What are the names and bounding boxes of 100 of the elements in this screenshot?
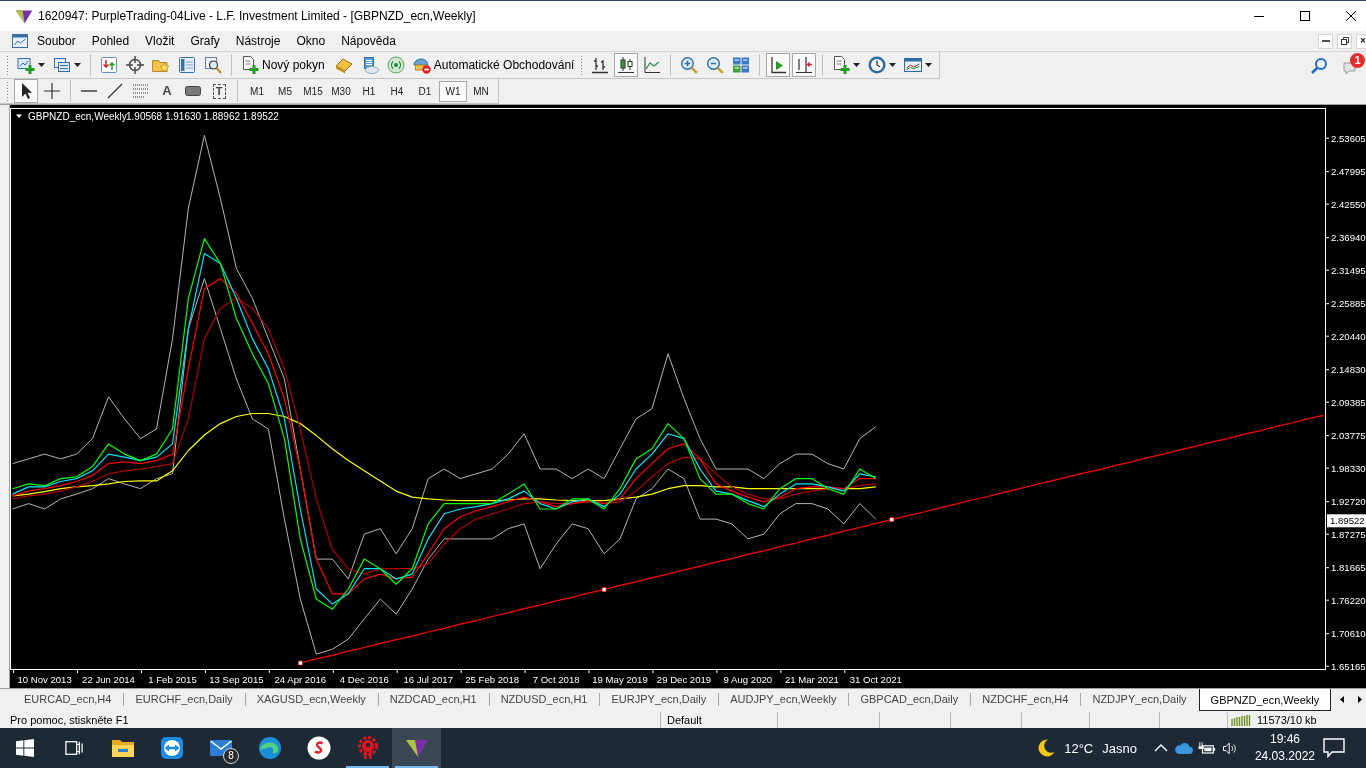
target-icon: [126, 56, 144, 74]
tile-windows-icon: [732, 56, 751, 74]
menu-item[interactable]: Vložit: [137, 31, 183, 51]
cursor-tool-button[interactable]: [14, 79, 38, 103]
timeframe-button[interactable]: H1: [355, 80, 383, 102]
timeframe-button[interactable]: H4: [383, 80, 411, 102]
anchor-handle[interactable]: [889, 517, 895, 522]
notifications-button[interactable]: 1: [1339, 53, 1365, 78]
timeframe-button[interactable]: W1: [439, 80, 467, 102]
chart-tab[interactable]: EURCHF_ecn,Daily: [123, 689, 245, 710]
menu-item[interactable]: Nápověda: [333, 31, 404, 51]
price-axis-label: 1.81665: [1331, 562, 1366, 574]
chart-shift-button[interactable]: [792, 53, 817, 77]
timeframe-button[interactable]: M1: [243, 80, 271, 102]
auto-trading-button[interactable]: Automatické Obchodování: [409, 53, 580, 77]
timeframe-button[interactable]: MN: [467, 80, 495, 102]
magnifier-chart-icon: [204, 56, 222, 74]
date-axis-label: 4 Dec 2016: [339, 674, 389, 685]
date-axis-label: 25 Feb 2018: [465, 674, 520, 685]
dotted-lines-icon: [132, 82, 150, 100]
date-axis-label: 16 Jul 2017: [403, 674, 453, 685]
date-axis-label: 24 Apr 2016: [274, 674, 327, 685]
date-axis-label: 31 Oct 2021: [849, 674, 902, 685]
robot-stop-icon: [412, 56, 431, 74]
caret-icon: [74, 63, 81, 67]
price-axis-label: 2.47995: [1331, 166, 1366, 178]
date-axis-label: 19 May 2019: [592, 674, 648, 685]
menu-item[interactable]: Grafy: [182, 31, 228, 51]
mail-button[interactable]: 8: [196, 728, 245, 768]
triangle-logo-icon: [15, 8, 33, 24]
speech-bubble-icon: [1323, 738, 1345, 758]
left-triangle-icon: [1340, 696, 1344, 703]
weather-widget[interactable]: 12°C Jasno: [1031, 728, 1142, 768]
diagonal-line-icon: [106, 82, 124, 100]
panel-icon: [178, 56, 196, 74]
toolbar-grip-icon[interactable]: [6, 81, 9, 101]
child-minimize-button[interactable]: [1318, 33, 1333, 49]
chart-tab[interactable]: GBPCAD_ecn,Daily: [848, 689, 971, 710]
anchor-handle[interactable]: [601, 587, 607, 592]
chart-tab[interactable]: NZDJPY_ecn,Daily: [1080, 689, 1199, 710]
chart-tab[interactable]: XAGUSD_ecn,Weekly: [244, 689, 378, 710]
notification-count-badge: 1: [1350, 52, 1365, 68]
timeframe-button[interactable]: D1: [411, 80, 439, 102]
price-axis-label: 2.03775: [1331, 430, 1366, 442]
profile-name: Default: [667, 712, 702, 728]
signal-icon: [386, 56, 405, 74]
clock-widget[interactable]: 19:46 24.03.2022: [1253, 728, 1316, 768]
chart-tab[interactable]: AUDJPY_ecn,Weekly: [718, 689, 849, 710]
chart-tab[interactable]: NZDCAD_ecn,H1: [377, 689, 489, 710]
child-restore-button[interactable]: [1337, 33, 1352, 49]
autoscroll-button[interactable]: [766, 53, 791, 77]
date-axis-label: 29 Dec 2019: [656, 674, 712, 685]
chart-tab[interactable]: NZDCHF_ecn,H4: [970, 689, 1081, 710]
trading-terminal-button[interactable]: [392, 728, 441, 768]
text-label-button[interactable]: T: [207, 79, 231, 103]
chart-tab[interactable]: GBPNZD_ecn,Weekly: [1198, 689, 1332, 711]
price-axis-label: 2.14830: [1331, 364, 1366, 376]
chart-symbol-label: GBPNZD_ecn,Weekly: [28, 111, 127, 122]
maximize-icon: [1300, 11, 1310, 21]
date-axis-label: 1 Feb 2015: [148, 674, 197, 685]
menu-item[interactable]: Soubor: [29, 31, 84, 51]
menu-item[interactable]: Pohled: [83, 31, 138, 51]
caret-icon: [925, 63, 933, 67]
task-view-icon: [64, 739, 83, 757]
temperature-text: 12°C: [1064, 740, 1094, 756]
timeframe-button[interactable]: M30: [327, 80, 355, 102]
new-order-button[interactable]: Nový pokyn: [238, 53, 330, 77]
chart-tab[interactable]: EURCAD_ecn,H4: [12, 689, 124, 710]
text-tool-button[interactable]: A: [155, 79, 179, 103]
zoom-out-icon: [706, 56, 725, 74]
dropdown-triangle-icon[interactable]: [16, 114, 22, 118]
right-triangle-icon: [1358, 696, 1362, 703]
toolbar-grip-icon[interactable]: [6, 55, 9, 75]
status-help-text: Pro pomoc, stiskněte F1: [10, 712, 129, 728]
price-axis-label: 2.09385: [1331, 396, 1366, 408]
timeframe-button[interactable]: M15: [299, 80, 327, 102]
child-close-button[interactable]: [1356, 33, 1366, 49]
data-window-button[interactable]: [123, 53, 147, 77]
crosshair-icon: [43, 82, 61, 100]
price-axis-label: 2.20440: [1331, 330, 1366, 342]
anchor-handle[interactable]: [298, 660, 303, 666]
search-icon: [1310, 56, 1328, 75]
cloud-icon: [1175, 741, 1194, 755]
candlestick-button[interactable]: [614, 53, 639, 77]
ohlc-values: 1.90568 1.91630 1.88962 1.89522: [126, 111, 279, 122]
chart-tab[interactable]: NZDUSD_ecn,H1: [488, 689, 600, 710]
menu-item[interactable]: Nástroje: [227, 31, 289, 51]
axis-arrow-icon: [795, 56, 814, 74]
chart-window-icon[interactable]: [12, 33, 28, 49]
circle-logo-icon: [306, 736, 331, 760]
moon-icon: [1037, 739, 1056, 757]
zoom-in-icon: [680, 56, 699, 74]
menu-item[interactable]: Okno: [288, 31, 334, 51]
date-axis-label: 21 Mar 2021: [784, 674, 839, 685]
date-axis-label: 9 Aug 2020: [723, 674, 773, 685]
chart-tab[interactable]: EURJPY_ecn,Daily: [599, 689, 719, 710]
timeframe-button[interactable]: M5: [271, 80, 299, 102]
toolbar-grip-icon[interactable]: [580, 55, 584, 75]
windows-stack-icon: [53, 56, 71, 74]
price-axis-label: 2.42550: [1331, 198, 1366, 210]
